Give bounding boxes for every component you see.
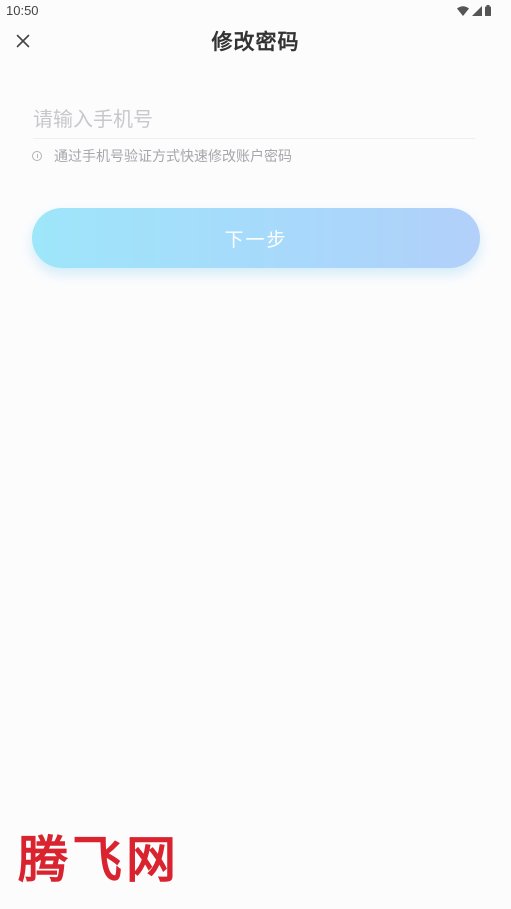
cellular-signal-icon xyxy=(472,1,482,20)
next-step-label: 下一步 xyxy=(224,228,288,251)
phone-number-input[interactable] xyxy=(33,100,475,139)
battery-icon xyxy=(485,1,491,20)
header: 修改密码 xyxy=(0,22,511,62)
status-bar: 10:50 xyxy=(0,0,511,22)
wifi-icon xyxy=(457,1,469,20)
status-time: 10:50 xyxy=(6,3,39,18)
watermark-logo: 腾飞网 xyxy=(18,830,180,889)
info-icon xyxy=(32,151,42,161)
next-step-button[interactable]: 下一步 xyxy=(32,208,480,268)
page-title: 修改密码 xyxy=(211,30,300,54)
status-icons xyxy=(457,4,491,16)
hint: 通过手机号验证方式快速修改账户密码 xyxy=(32,146,292,166)
hint-text: 通过手机号验证方式快速修改账户密码 xyxy=(54,149,292,165)
